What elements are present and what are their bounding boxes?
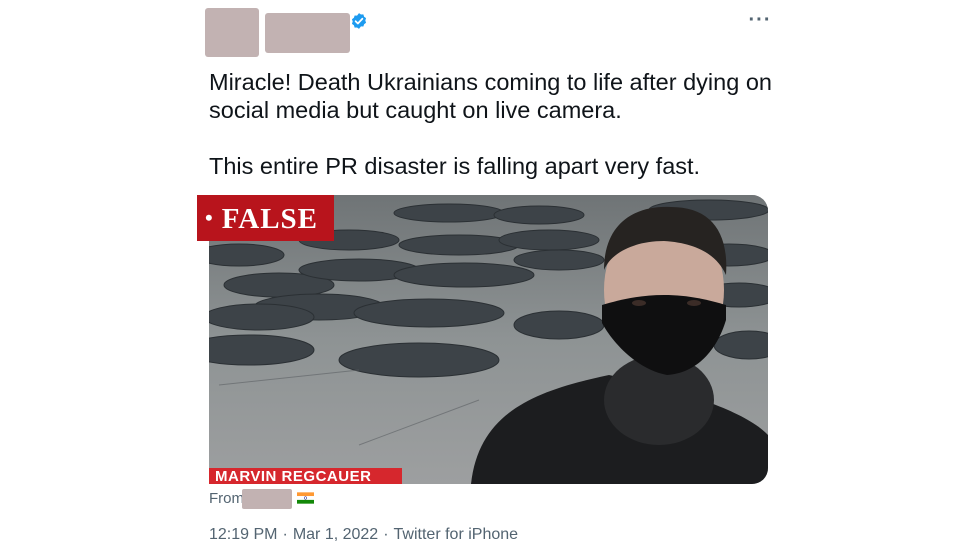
separator-dot: · [282, 526, 288, 543]
tweet-metadata: 12:19 PM · Mar 1, 2022 · Twitter for iPhone [209, 524, 518, 546]
redacted-location [242, 489, 292, 509]
more-horizontal-icon[interactable]: ··· [748, 8, 772, 32]
tweet: ··· Miracle! Death Ukrainians coming to … [0, 0, 976, 549]
verified-badge-icon [351, 13, 367, 29]
false-fact-check-badge: • FALSE [197, 195, 334, 241]
india-flag-icon [297, 492, 314, 504]
tweet-time[interactable]: 12:19 PM [209, 526, 277, 543]
video-lower-third-caption: MARVIN REGCAUER [209, 468, 402, 484]
lower-third-text: MARVIN REGCAUER [215, 468, 372, 484]
tweet-date[interactable]: Mar 1, 2022 [293, 526, 378, 543]
avatar[interactable] [205, 8, 259, 57]
tweet-source-link[interactable]: Twitter for iPhone [394, 526, 519, 543]
tweet-text: Miracle! Death Ukrainians coming to life… [209, 69, 772, 179]
separator-dot: · [383, 526, 389, 543]
false-badge-label: FALSE [221, 203, 319, 235]
from-label: From [209, 490, 244, 507]
redacted-display-name[interactable] [265, 13, 350, 53]
